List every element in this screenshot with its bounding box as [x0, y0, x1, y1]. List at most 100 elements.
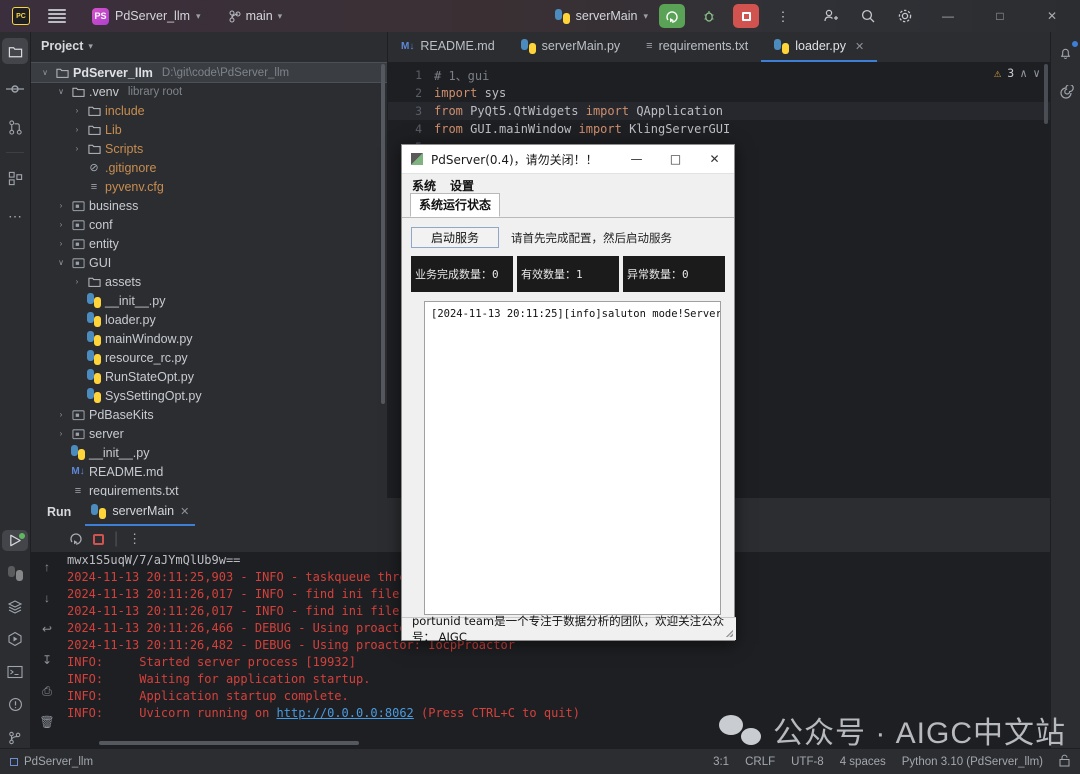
tree-node[interactable]: ≡ pyvenv.cfg — [31, 177, 387, 196]
scroll-to-end-button[interactable]: ↧ — [37, 651, 57, 669]
tree-node[interactable]: › include — [31, 101, 387, 120]
sidebar-item-commit[interactable] — [2, 76, 28, 102]
tree-expand-arrow[interactable]: › — [71, 106, 83, 115]
editor-tab[interactable]: loader.py ✕ — [761, 32, 878, 62]
pdserver-dialog[interactable]: PdServer(0.4)，请勿关闭！！ — □ ✕ 系统 设置 系统运行状态 … — [401, 144, 736, 644]
editor-scrollbar[interactable] — [1044, 64, 1048, 124]
sidebar-item-version-control[interactable] — [2, 727, 28, 748]
status-project[interactable]: PdServer_llm — [10, 756, 93, 768]
window-close-button[interactable]: ✕ — [1030, 0, 1074, 32]
stop-button[interactable] — [93, 533, 104, 545]
python-interpreter[interactable]: Python 3.10 (PdServer_llm) — [902, 756, 1043, 768]
sidebar-item-pull-requests[interactable] — [2, 114, 28, 140]
run-configuration-selector[interactable]: serverMain ▾ — [554, 8, 648, 24]
sidebar-item-plugins[interactable] — [2, 165, 28, 191]
file-encoding[interactable]: UTF-8 — [791, 756, 824, 768]
tree-expand-arrow[interactable]: › — [55, 220, 67, 229]
tree-node[interactable]: ∨ .venv library root — [31, 82, 387, 101]
branch-selector[interactable]: main ▾ — [229, 9, 282, 23]
project-selector[interactable]: PS PdServer_llm ▾ — [86, 5, 207, 28]
print-button[interactable]: ⎙ — [37, 682, 57, 700]
run-tab-serverMain[interactable]: serverMain ✕ — [85, 498, 196, 526]
tree-node[interactable]: › assets — [31, 272, 387, 291]
sidebar-item-python-console[interactable] — [2, 563, 28, 584]
tree-node[interactable]: mainWindow.py — [31, 329, 387, 348]
rerun-button[interactable] — [69, 531, 83, 548]
indent-setting[interactable]: 4 spaces — [840, 756, 886, 768]
tree-node[interactable]: resource_rc.py — [31, 348, 387, 367]
project-tree[interactable]: ∨ PdServer_llm D:\git\code\PdServer_llm ∨ .v… — [31, 60, 387, 496]
tree-node[interactable]: RunStateOpt.py — [31, 367, 387, 386]
menu-system[interactable]: 系统 — [412, 177, 436, 194]
tree-expand-arrow[interactable]: › — [55, 239, 67, 248]
editor-tab[interactable]: M↓ README.md — [388, 32, 508, 62]
tree-node[interactable]: ≡ requirements.txt — [31, 481, 387, 497]
tree-node[interactable]: › business — [31, 196, 387, 215]
start-service-button[interactable]: 启动服务 — [411, 227, 499, 248]
window-minimize-button[interactable]: — — [926, 0, 970, 32]
tree-node[interactable]: SysSettingOpt.py — [31, 386, 387, 405]
tree-expand-arrow[interactable]: › — [71, 125, 83, 134]
tree-expand-arrow[interactable]: ∨ — [39, 68, 51, 77]
run-button[interactable] — [659, 4, 685, 28]
next-problem-icon[interactable]: ∨ — [1033, 66, 1040, 80]
menu-settings[interactable]: 设置 — [450, 177, 474, 194]
console-url-link[interactable]: http://0.0.0.0:8062 — [277, 706, 414, 720]
code-text[interactable]: import sys — [434, 86, 506, 100]
ai-assistant-button[interactable] — [1053, 80, 1079, 106]
tab-system-status[interactable]: 系统运行状态 — [410, 193, 501, 217]
stop-button[interactable] — [733, 4, 759, 28]
code-text[interactable]: # 1、gui — [434, 67, 489, 84]
tree-node[interactable]: › entity — [31, 234, 387, 253]
tree-node[interactable]: loader.py — [31, 310, 387, 329]
tree-expand-arrow[interactable]: › — [55, 410, 67, 419]
hamburger-menu-icon[interactable] — [48, 9, 66, 23]
dialog-maximize-button[interactable]: □ — [656, 145, 695, 173]
code-text[interactable]: from GUI.mainWindow import KlingServerGU… — [434, 122, 730, 136]
prev-problem-icon[interactable]: ∧ — [1020, 66, 1027, 80]
sidebar-item-terminal[interactable] — [2, 661, 28, 682]
tree-expand-arrow[interactable]: ∨ — [55, 258, 67, 267]
tree-expand-arrow[interactable]: › — [55, 429, 67, 438]
tree-node[interactable]: __init__.py — [31, 443, 387, 462]
settings-button[interactable] — [892, 4, 918, 28]
tree-node[interactable]: ∨ GUI — [31, 253, 387, 272]
inspection-widget[interactable]: ⚠ 3 ∧ ∨ — [994, 66, 1040, 80]
line-separator[interactable]: CRLF — [745, 756, 775, 768]
tree-expand-arrow[interactable]: › — [71, 277, 83, 286]
down-arrow-button[interactable]: ↓ — [37, 589, 57, 607]
editor-tab[interactable]: serverMain.py — [508, 32, 634, 62]
tree-expand-arrow[interactable]: ∨ — [55, 87, 67, 96]
sidebar-item-run[interactable] — [2, 530, 28, 551]
tree-node[interactable]: › Scripts — [31, 139, 387, 158]
dialog-log-output[interactable]: [2024-11-13 20:11:25][info]saluton mode!… — [424, 301, 721, 615]
console-horizontal-scrollbar[interactable] — [99, 741, 359, 745]
account-button[interactable] — [818, 4, 844, 28]
chevron-down-icon[interactable]: ▾ — [88, 41, 93, 52]
tree-node[interactable]: › Lib — [31, 120, 387, 139]
sidebar-item-project[interactable] — [2, 38, 28, 64]
more-actions-button[interactable]: ⋮ — [770, 4, 796, 28]
tree-node[interactable]: › PdBaseKits — [31, 405, 387, 424]
tree-node[interactable]: › conf — [31, 215, 387, 234]
tree-node[interactable]: ⊘ .gitignore — [31, 158, 387, 177]
tree-node[interactable]: ∨ PdServer_llm D:\git\code\PdServer_llm — [31, 62, 387, 83]
search-button[interactable] — [855, 4, 881, 28]
more-actions-button[interactable]: ⋮ — [128, 531, 141, 547]
code-text[interactable]: from PyQt5.QtWidgets import QApplication — [434, 104, 723, 118]
caret-position[interactable]: 3:1 — [713, 756, 729, 768]
close-icon[interactable]: ✕ — [855, 40, 864, 53]
dialog-close-button[interactable]: ✕ — [695, 145, 734, 173]
tree-node[interactable]: __init__.py — [31, 291, 387, 310]
tree-expand-arrow[interactable]: › — [71, 144, 83, 153]
editor-tab[interactable]: ≡ requirements.txt — [633, 32, 761, 62]
dialog-minimize-button[interactable]: — — [617, 145, 656, 173]
clear-all-button[interactable]: 🗑 — [37, 713, 57, 731]
close-icon[interactable]: ✕ — [180, 505, 189, 518]
sidebar-item-more[interactable]: ⋯ — [2, 203, 28, 229]
sidebar-item-problems[interactable] — [2, 694, 28, 715]
sidebar-item-services[interactable] — [2, 596, 28, 617]
soft-wrap-button[interactable]: ↩ — [37, 620, 57, 638]
tree-node[interactable]: M↓ README.md — [31, 462, 387, 481]
tree-node[interactable]: › server — [31, 424, 387, 443]
